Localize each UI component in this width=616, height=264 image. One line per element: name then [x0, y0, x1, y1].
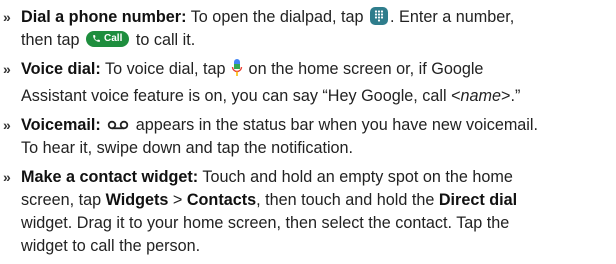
item-text: screen, tap: [21, 191, 106, 209]
item-text: Touch and hold an empty spot on the home: [202, 168, 513, 186]
item-text: . Enter a number,: [390, 8, 515, 26]
name-placeholder: name: [460, 87, 502, 105]
item-text: Assistant voice feature is on, you can s…: [21, 87, 461, 105]
item-text: >: [168, 191, 187, 209]
phone-icon: [93, 35, 100, 42]
item-text: on the home screen or, if Google: [244, 60, 484, 78]
item-title: Voicemail:: [21, 116, 101, 134]
item-title: Make a contact widget:: [21, 168, 199, 186]
list-item-contact-widget: » Make a contact widget: Touch and hold …: [0, 166, 616, 258]
item-text: appears in the status bar when you have …: [131, 116, 539, 134]
item-text: To voice dial, tap: [104, 60, 231, 78]
widgets-term: Widgets: [105, 191, 169, 209]
item-text: , then touch and hold the: [256, 191, 439, 209]
dialpad-icon: [370, 7, 389, 25]
list-item-voicemail: » Voicemail: appears in the status bar w…: [0, 114, 616, 160]
item-title: Dial a phone number:: [21, 8, 187, 26]
item-text: then tap: [21, 31, 85, 49]
call-label: Call: [104, 32, 123, 44]
item-text: to call it.: [131, 31, 196, 49]
bullet-marker: »: [3, 169, 11, 185]
item-text: To hear it, swipe down and tap the notif…: [21, 139, 354, 157]
item-title: Voice dial:: [21, 60, 101, 78]
call-button-icon: Call: [86, 30, 130, 47]
list-item-voice-dial: » Voice dial: To voice dial, tap on the …: [0, 58, 616, 108]
direct-dial-term: Direct dial: [438, 191, 518, 209]
item-text: widget to call the person.: [21, 237, 201, 255]
instruction-list: » Dial a phone number: To open the dialp…: [0, 0, 616, 258]
voicemail-icon: [107, 114, 129, 137]
item-text: widget. Drag it to your home screen, the…: [21, 214, 510, 232]
microphone-icon: [231, 58, 243, 85]
bullet-marker: »: [3, 9, 11, 25]
bullet-marker: »: [3, 117, 11, 133]
contacts-term: Contacts: [186, 191, 257, 209]
item-text: To open the dialpad, tap: [190, 8, 369, 26]
bullet-marker: »: [3, 61, 11, 77]
list-item-dial: » Dial a phone number: To open the dialp…: [0, 6, 616, 52]
item-text: >.”: [501, 87, 521, 105]
